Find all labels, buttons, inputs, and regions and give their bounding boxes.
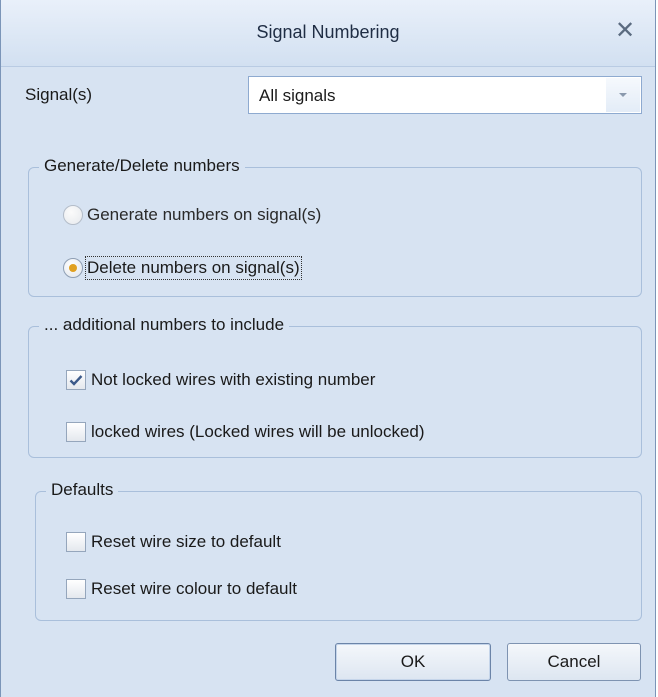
close-icon[interactable]: ✕ [611, 16, 639, 44]
signal-numbering-dialog: Signal Numbering ✕ Signal(s) All signals… [0, 0, 656, 697]
radio-button[interactable] [63, 205, 83, 225]
delete-numbers-label: Delete numbers on signal(s) [85, 256, 302, 280]
signals-label: Signal(s) [25, 85, 93, 104]
not-locked-wires-label: Not locked wires with existing number [91, 370, 376, 389]
radio-button-selected[interactable] [63, 258, 83, 278]
not-locked-wires-checkbox[interactable]: Not locked wires with existing number [66, 370, 375, 390]
generate-numbers-label: Generate numbers on signal(s) [87, 205, 322, 224]
ok-button[interactable]: OK [335, 643, 491, 681]
delete-numbers-radio[interactable]: Delete numbers on signal(s) [63, 256, 302, 280]
defaults-legend: Defaults [46, 480, 119, 500]
generate-delete-legend: Generate/Delete numbers [39, 156, 245, 176]
reset-wire-size-checkbox[interactable]: Reset wire size to default [66, 532, 281, 552]
checkbox-unchecked[interactable] [66, 532, 86, 552]
additional-numbers-legend: ... additional numbers to include [39, 315, 290, 335]
check-icon [69, 375, 83, 386]
locked-wires-label: locked wires (Locked wires will be unloc… [91, 422, 425, 441]
checkbox-unchecked[interactable] [66, 422, 86, 442]
reset-wire-colour-checkbox[interactable]: Reset wire colour to default [66, 579, 297, 599]
generate-numbers-radio[interactable]: Generate numbers on signal(s) [63, 205, 321, 225]
reset-wire-colour-label: Reset wire colour to default [91, 579, 297, 598]
signals-dropdown-value: All signals [259, 86, 336, 105]
checkbox-checked[interactable] [66, 370, 86, 390]
cancel-button[interactable]: Cancel [507, 643, 641, 681]
reset-wire-size-label: Reset wire size to default [91, 532, 281, 551]
title-bar[interactable]: Signal Numbering ✕ [1, 0, 655, 67]
dialog-title: Signal Numbering [256, 22, 400, 42]
locked-wires-checkbox[interactable]: locked wires (Locked wires will be unloc… [66, 422, 425, 442]
defaults-group: Defaults [35, 480, 642, 621]
signals-dropdown[interactable]: All signals [248, 76, 642, 114]
checkbox-unchecked[interactable] [66, 579, 86, 599]
chevron-down-icon[interactable] [606, 78, 640, 112]
